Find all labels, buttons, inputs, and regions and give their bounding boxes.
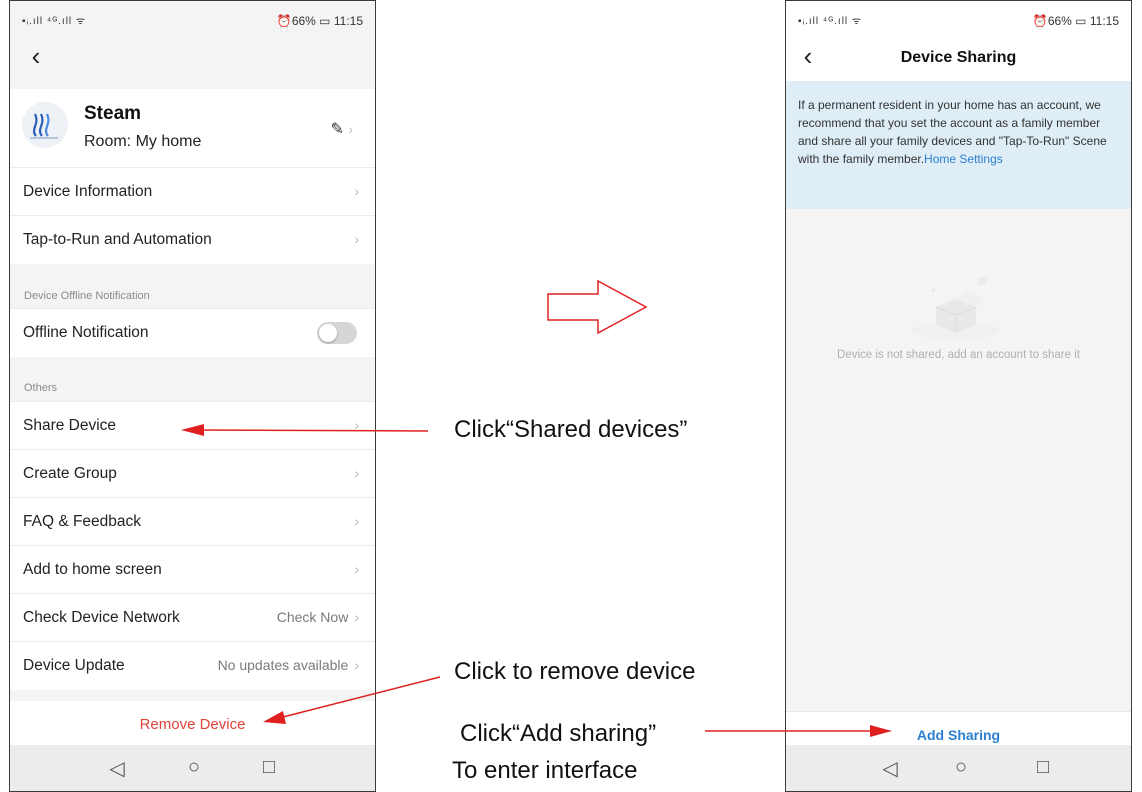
add-sharing-arrowhead — [870, 725, 892, 737]
remove-device-arrow-line — [282, 676, 441, 718]
transition-arrow-icon — [547, 279, 648, 335]
annotation-add-sharing: Click“Add sharing” — [460, 720, 657, 747]
share-device-arrow-line — [199, 429, 429, 432]
share-device-arrowhead — [181, 424, 204, 436]
remove-device-arrowhead — [263, 711, 286, 724]
annotation-shared-devices: Click“Shared devices” — [454, 416, 688, 443]
annotation-enter-interface: To enter interface — [452, 757, 638, 784]
annotation-remove-device: Click to remove device — [454, 658, 696, 685]
